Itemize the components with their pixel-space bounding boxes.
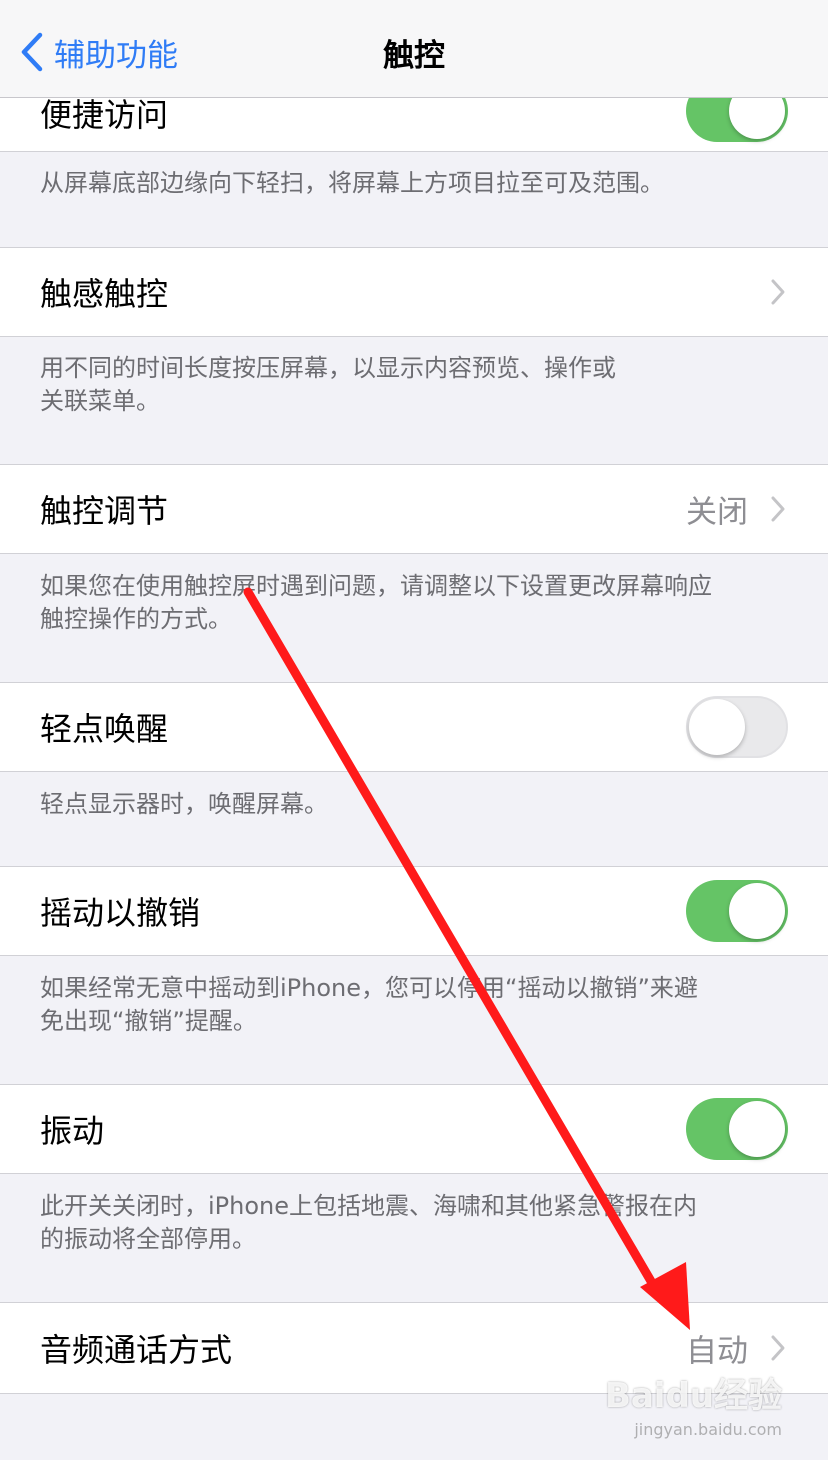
row-value: 自动 — [686, 1333, 748, 1370]
haptic-touch-footer: 用不同的时间长度按压屏幕，以显示内容预览、操作或 关联菜单。 — [40, 354, 616, 415]
page-title: 触控 — [383, 38, 445, 74]
row-label: 轻点唤醒 — [40, 710, 169, 748]
tap-to-wake-toggle[interactable] — [686, 696, 788, 758]
toggle-knob — [729, 1101, 785, 1157]
vibration-footer: 此开关关闭时，iPhone上包括地震、海啸和其他紧急警报在内 的振动将全部停用。 — [40, 1192, 698, 1253]
row-label: 音频通话方式 — [40, 1331, 233, 1369]
shake-to-undo-toggle[interactable] — [686, 880, 788, 942]
row-label: 摇动以撤销 — [40, 894, 201, 932]
row-value: 关闭 — [686, 494, 748, 531]
toggle-knob — [729, 883, 785, 939]
navigation-bar: 辅助功能 触控 — [0, 0, 828, 98]
row-tap-to-wake: 轻点唤醒 — [0, 682, 828, 772]
chevron-right-icon — [770, 278, 786, 306]
row-vibration: 振动 — [0, 1084, 828, 1174]
tap-to-wake-footer: 轻点显示器时，唤醒屏幕。 — [40, 790, 328, 818]
row-label: 触控调节 — [40, 492, 169, 530]
toggle-knob — [689, 699, 745, 755]
watermark-url: jingyan.baidu.com — [634, 1420, 782, 1439]
chevron-right-icon — [770, 495, 786, 523]
reachability-footer: 从屏幕底部边缘向下轻扫，将屏幕上方项目拉至可及范围。 — [40, 169, 664, 197]
row-label: 触感触控 — [40, 275, 169, 313]
vibration-toggle[interactable] — [686, 1098, 788, 1160]
row-touch-accommodations[interactable]: 触控调节 关闭 — [0, 464, 828, 554]
row-label: 振动 — [40, 1112, 105, 1150]
touch-accommodations-footer: 如果您在使用触控屏时遇到问题，请调整以下设置更改屏幕响应 触控操作的方式。 — [40, 572, 712, 633]
row-haptic-touch[interactable]: 触感触控 — [0, 247, 828, 337]
shake-to-undo-footer: 如果经常无意中摇动到iPhone，您可以停用“摇动以撤销”来避 免出现“撤销”提… — [40, 974, 698, 1035]
watermark-logo: Baidu经验 — [604, 1376, 782, 1416]
chevron-right-icon — [770, 1334, 786, 1362]
row-shake-to-undo: 摇动以撤销 — [0, 866, 828, 956]
